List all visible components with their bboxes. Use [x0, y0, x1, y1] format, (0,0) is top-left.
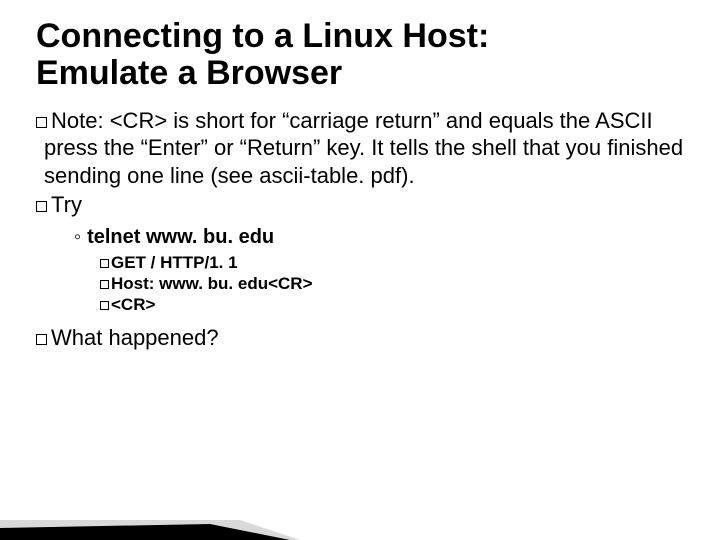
cmd-host-text: Host: www. bu. edu<CR> [111, 274, 313, 293]
subbullet-telnet: ◦ telnet www. bu. edu [74, 225, 684, 250]
square-bullet-icon [100, 301, 109, 310]
bullet-try: Try [44, 191, 684, 219]
slide-body: Note: <CR> is short for “carriage return… [36, 107, 684, 351]
square-bullet-icon [36, 334, 47, 345]
slide: Connecting to a Linux Host: Emulate a Br… [0, 0, 720, 351]
try-label: Try [51, 192, 82, 217]
bullet-what: What happened? [44, 324, 684, 352]
title-line-2: Emulate a Browser [36, 54, 342, 92]
what-rest: happened? [102, 325, 218, 350]
square-bullet-icon [36, 201, 47, 212]
bullet-note: Note: <CR> is short for “carriage return… [44, 107, 684, 190]
cmd-cr-text: <CR> [111, 295, 155, 314]
cmd-get: GET / HTTP/1. 1 [100, 252, 684, 273]
square-bullet-icon [36, 117, 47, 128]
square-bullet-icon [100, 280, 109, 289]
title-line-1: Connecting to a Linux Host: [36, 17, 489, 55]
diamond-bullet-icon: ◦ [74, 225, 81, 250]
cmd-host: Host: www. bu. edu<CR> [100, 273, 684, 294]
cmd-get-text: GET / HTTP/1. 1 [111, 253, 238, 272]
square-bullet-icon [100, 259, 109, 268]
note-text: <CR> is short for “carriage return” and … [44, 108, 683, 188]
cmd-cr: <CR> [100, 294, 684, 315]
what-lead: What [51, 325, 102, 350]
accent-shape-icon [0, 480, 300, 540]
slide-title: Connecting to a Linux Host: Emulate a Br… [36, 18, 684, 93]
telnet-command: telnet www. bu. edu [87, 226, 274, 248]
note-lead: Note: [51, 108, 104, 133]
